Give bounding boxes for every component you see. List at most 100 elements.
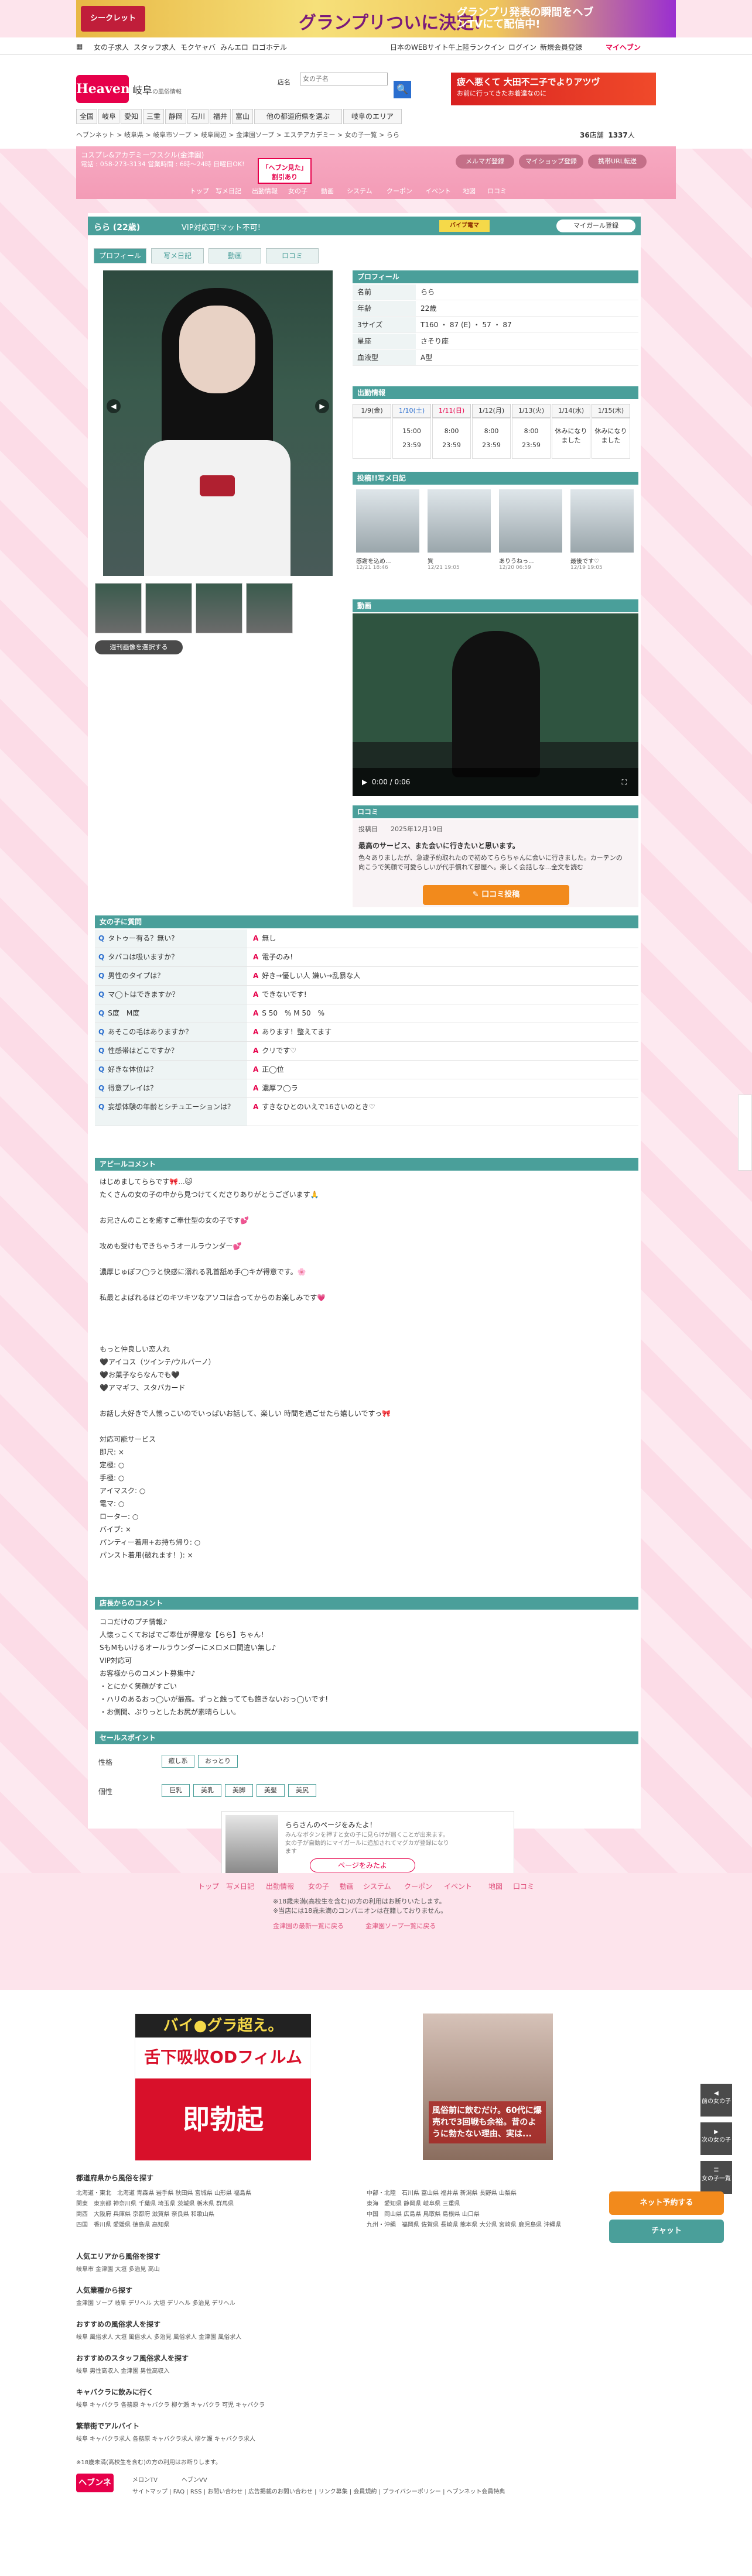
- prev-arrow-icon[interactable]: ◀: [107, 399, 121, 413]
- header-ad-banner[interactable]: 疲へ悪くて 大田不二子でよりアツヴ お前に行ってきたお着達なのに: [451, 73, 656, 105]
- mobile-url-button[interactable]: 携帯URL転送: [588, 155, 647, 169]
- diary-item[interactable]: ありうねっ... 12/20 06:59: [499, 489, 562, 583]
- girl-list-button[interactable]: ☰ 女の子一覧: [700, 2161, 732, 2194]
- register-link[interactable]: 新規会員登録: [540, 42, 582, 52]
- footer-nav-item[interactable]: イベント: [444, 1881, 472, 1891]
- area-nav-item[interactable]: 石川: [187, 109, 208, 124]
- area-nav-item[interactable]: 全国: [76, 109, 97, 124]
- mailmag-button[interactable]: メルマガ登録: [456, 155, 514, 169]
- photo-thumbnail[interactable]: [145, 583, 192, 633]
- photo-thumbnail[interactable]: [95, 583, 142, 633]
- shop-nav-item[interactable]: 動画: [321, 186, 334, 195]
- footer-row[interactable]: 中部・北陸 石川県 富山県 福井県 新潟県 長野県 山梨県: [367, 2188, 517, 2197]
- site-logo[interactable]: Heaven: [76, 75, 130, 103]
- tab-diary[interactable]: 写メ日記: [151, 248, 204, 263]
- area-nav-item[interactable]: 福井: [210, 109, 231, 124]
- prev-girl-button[interactable]: ◀ 前の女の子: [700, 2084, 732, 2117]
- footer-row[interactable]: 九州・沖縄 福岡県 佐賀県 長崎県 熊本県 大分県 宮崎県 鹿児島県 沖縄県: [367, 2220, 561, 2228]
- shop-nav-item[interactable]: 地図: [463, 186, 476, 195]
- my-girl-button[interactable]: マイガール登録: [556, 219, 635, 232]
- footer-row[interactable]: 四国 香川県 愛媛県 徳島県 高知県: [76, 2220, 170, 2228]
- gnav-link[interactable]: 女の子求人: [94, 42, 129, 52]
- login-link[interactable]: ログイン: [508, 42, 536, 52]
- melon-tv-link[interactable]: メロンTV: [132, 2475, 158, 2484]
- footer-nav-item[interactable]: 女の子: [308, 1881, 329, 1891]
- diary-item[interactable]: 感謝を込め... 12/21 18:46: [356, 489, 419, 583]
- shop-nav-item[interactable]: クーポン: [387, 186, 412, 195]
- gnav-link[interactable]: みんエロ: [220, 42, 248, 52]
- footer-ad-right[interactable]: 風俗前に飲むだけ。60代に爆売れで3回戦も余裕。昔のように勃たない理由、実は..…: [423, 2014, 553, 2160]
- play-icon[interactable]: ▶: [362, 778, 367, 786]
- footer-logo[interactable]: ヘブンネット: [76, 2474, 114, 2506]
- footer-row[interactable]: 岐阜市 金津園 大垣 多治見 高山: [76, 2264, 160, 2273]
- footer-row[interactable]: 関西 大阪府 兵庫県 京都府 滋賀県 奈良県 和歌山県: [76, 2209, 214, 2218]
- gnav-link[interactable]: モクヤャバ: [180, 42, 216, 52]
- area-nav-item[interactable]: 三重: [143, 109, 164, 124]
- area-nav-item[interactable]: 岐阜: [98, 109, 119, 124]
- photo-thumbnail[interactable]: [246, 583, 293, 633]
- footer-row[interactable]: 岐阜 男性高収入 金津園 男性高収入: [76, 2366, 170, 2375]
- footer-nav-item[interactable]: 出勤情報: [266, 1881, 294, 1891]
- tab-review[interactable]: ロコミ: [266, 248, 319, 263]
- net-reserve-button[interactable]: ネット予約する: [609, 2191, 724, 2215]
- top-ad-banner[interactable]: シークレット グランプリついに決定! グランプリ発表の瞬間をヘブンTVにて配信中…: [76, 0, 676, 37]
- footer-row[interactable]: 岐阜 キャバクラ 各務原 キャバクラ 柳ケ瀬 キャバクラ 可児 キャバクラ: [76, 2400, 265, 2409]
- footer-nav-item[interactable]: クーポン: [404, 1881, 432, 1891]
- gnav-link[interactable]: ロゴホテル: [252, 42, 287, 52]
- fullscreen-icon[interactable]: ⛶: [622, 768, 627, 796]
- area-nav-item[interactable]: 静岡: [165, 109, 186, 124]
- myheaven-link[interactable]: マイヘブン: [606, 42, 641, 52]
- search-input[interactable]: [300, 73, 388, 85]
- footer-nav-item[interactable]: トップ: [198, 1881, 219, 1891]
- footer-row[interactable]: 岐阜 風俗求人 大垣 風俗求人 多治見 風俗求人 金津園 風俗求人: [76, 2332, 241, 2341]
- footer-row[interactable]: 岐阜 キャバクラ求人 各務原 キャバクラ求人 柳ケ瀬 キャバクラ求人: [76, 2434, 255, 2443]
- area-nav-item[interactable]: 他の都道府県を選ぶ: [254, 109, 342, 124]
- breadcrumb[interactable]: ヘブンネット > 岐阜県 > 岐阜市ソープ > 岐阜周辺 > 金津園ソープ > …: [76, 130, 399, 139]
- video-player[interactable]: ▶ 0:00 / 0:06 ⛶: [353, 613, 638, 796]
- grid-icon[interactable]: ▦: [76, 42, 83, 50]
- shop-nav-item[interactable]: 女の子: [288, 186, 307, 195]
- next-girl-button[interactable]: ▶ 次の女の子: [700, 2122, 732, 2155]
- shop-nav-item[interactable]: ロコミ: [487, 186, 507, 195]
- footer-links[interactable]: サイトマップ | FAQ | RSS | お問い合わせ | 広告掲載のお問い合わ…: [132, 2486, 505, 2495]
- right-edge-toolbar[interactable]: [738, 1095, 752, 1171]
- main-photo[interactable]: ◀ ▶: [103, 270, 333, 576]
- shop-nav-item[interactable]: 写メ日記: [216, 186, 241, 195]
- review-body[interactable]: 色々ありましたが、急遽予約取れたので初めてららちゃんに会いに行きました。カーテン…: [358, 853, 628, 872]
- gnav-link[interactable]: スタッフ求人: [134, 42, 176, 52]
- footer-nav-item[interactable]: 写メ日記: [226, 1881, 254, 1891]
- shop-nav-item[interactable]: 出勤情報: [252, 186, 278, 195]
- chat-button[interactable]: チャット: [609, 2220, 724, 2243]
- footer-row[interactable]: 金津園 ソープ 岐阜 デリヘル 大垣 デリヘル 多治見 デリヘル: [76, 2298, 235, 2307]
- footer-ad-left[interactable]: バイ●グラ超え。 舌下吸収ODフィルム 即勃起: [135, 2014, 311, 2160]
- next-arrow-icon[interactable]: ▶: [315, 399, 329, 413]
- shop-nav-item[interactable]: システム: [347, 186, 372, 195]
- post-review-button[interactable]: ✎ 口コミ投稿: [423, 885, 569, 905]
- tab-video[interactable]: 動画: [208, 248, 261, 263]
- heaven-tv-link[interactable]: ヘブンVV: [182, 2475, 207, 2484]
- footer-row[interactable]: 東海 愛知県 静岡県 岐阜県 三重県: [367, 2198, 460, 2207]
- back-link[interactable]: 金津園の最新一覧に戻る: [273, 1921, 344, 1930]
- photo-thumbnail[interactable]: [196, 583, 242, 633]
- footer-row[interactable]: 北海道・東北 北海道 青森県 岩手県 秋田県 宮城県 山形県 福島県: [76, 2188, 251, 2197]
- diary-item[interactable]: 最後です♡ 12/19 19:05: [570, 489, 634, 583]
- footer-row[interactable]: 中国 岡山県 広島県 鳥取県 島根県 山口県: [367, 2209, 480, 2218]
- gnav-right-link[interactable]: 日本のWEBサイト午上陸ランクイン: [390, 42, 505, 52]
- area-nav-item[interactable]: 岐阜のエリア: [343, 109, 402, 124]
- shop-nav-item[interactable]: トップ: [190, 186, 209, 195]
- shop-nav-item[interactable]: イベント: [425, 186, 451, 195]
- myshop-button[interactable]: マイショップ登録: [519, 155, 583, 169]
- search-button[interactable]: 🔍: [394, 81, 411, 98]
- area-nav-item[interactable]: 愛知: [121, 109, 142, 124]
- select-photo-button[interactable]: 週刊画像を選択する: [95, 640, 183, 654]
- area-nav-item[interactable]: 富山: [232, 109, 253, 124]
- diary-item[interactable]: 質 12/21 19:05: [428, 489, 491, 583]
- footer-nav-item[interactable]: システム: [363, 1881, 391, 1891]
- footer-nav-item[interactable]: 動画: [340, 1881, 354, 1891]
- tab-profile[interactable]: プロフィール: [94, 248, 146, 263]
- footer-nav-item[interactable]: 口コミ: [513, 1881, 534, 1891]
- back-link[interactable]: 金津園ソープ一覧に戻る: [365, 1921, 436, 1930]
- heaven-discount-tag[interactable]: 「ヘブン見た」 割引あり: [258, 158, 312, 184]
- video-controls[interactable]: ▶ 0:00 / 0:06 ⛶: [353, 768, 638, 796]
- footer-nav-item[interactable]: 地図: [488, 1881, 503, 1891]
